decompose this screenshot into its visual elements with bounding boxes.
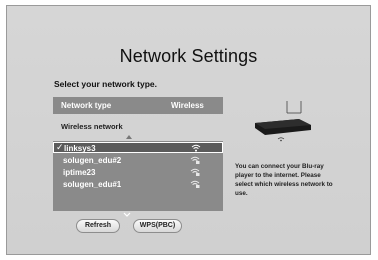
scroll-down-icon[interactable] — [123, 212, 131, 218]
network-item-solugen-edu-1[interactable]: solugen_edu#1 — [53, 179, 223, 190]
checkmark-icon: ✓ — [56, 142, 64, 152]
page-title: Network Settings — [119, 46, 258, 66]
tv-screen: Network Settings Select your network typ… — [6, 5, 371, 255]
scroll-up-icon[interactable] — [126, 135, 132, 139]
wps-pbc-button[interactable]: WPS(PBC) — [133, 219, 182, 233]
network-name: linksys3 — [64, 144, 96, 153]
wireless-network-label: Wireless network — [61, 122, 123, 131]
info-text: You can connect your Blu-ray player to t… — [235, 163, 333, 197]
wifi-locked-icon — [190, 180, 200, 188]
network-item-iptime23[interactable]: iptime23 — [53, 167, 223, 178]
wifi-icon — [191, 144, 201, 152]
refresh-button[interactable]: Refresh — [76, 219, 120, 233]
wifi-locked-icon — [190, 168, 200, 176]
network-item-linksys3[interactable]: ✓ linksys3 — [53, 142, 223, 153]
page-subtitle: Select your network type. — [54, 79, 157, 89]
network-type-value: Wireless — [171, 101, 204, 110]
network-type-selector[interactable]: Network type Wireless — [53, 97, 223, 114]
network-name: iptime23 — [63, 168, 96, 177]
network-item-solugen-edu-2[interactable]: solugen_edu#2 — [53, 155, 223, 166]
network-name: solugen_edu#1 — [63, 180, 122, 189]
network-type-label: Network type — [61, 101, 112, 110]
network-list: ✓ linksys3 solugen_edu#2 iptime23 soluge… — [53, 141, 223, 211]
network-name: solugen_edu#2 — [63, 156, 122, 165]
wifi-locked-icon — [190, 156, 200, 164]
router-illustration-icon — [255, 101, 311, 142]
